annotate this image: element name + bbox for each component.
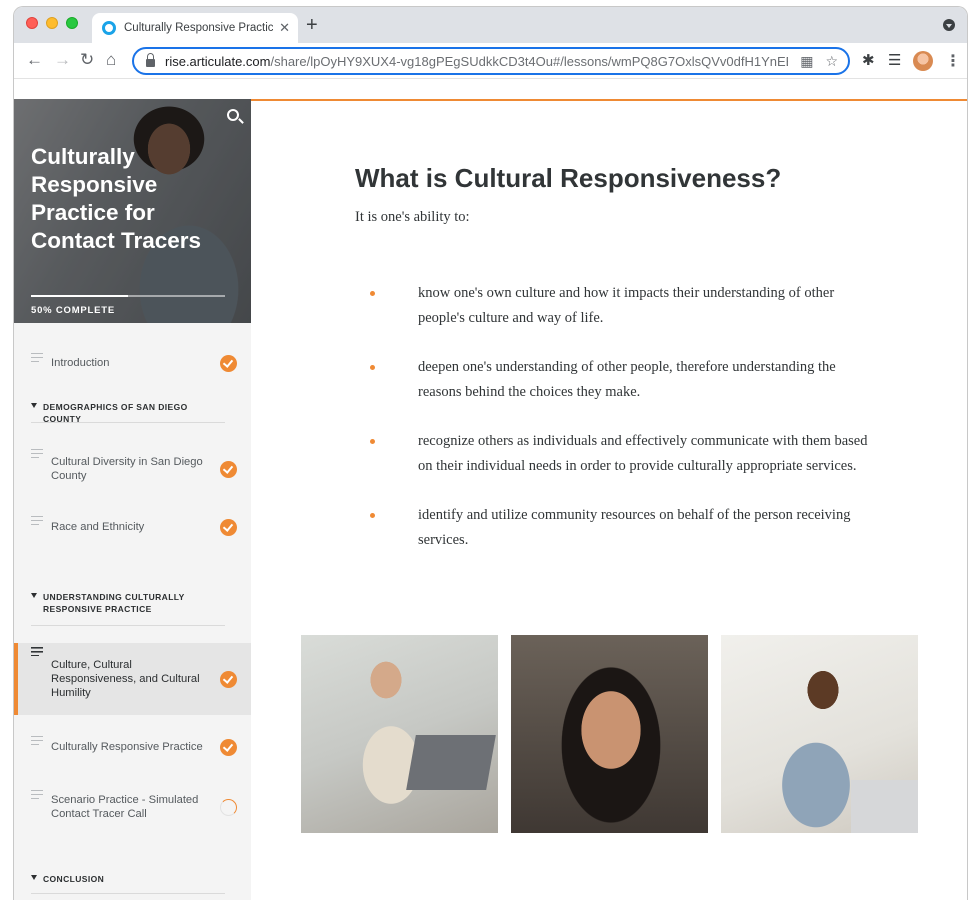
new-tab-button[interactable]: + <box>306 14 318 37</box>
sidebar-item-label: Introduction <box>51 357 110 369</box>
address-bar[interactable]: rise.articulate.com/share/lpOyHY9XUX4-vg… <box>132 47 850 75</box>
lesson-lines-icon <box>31 353 43 362</box>
lock-icon[interactable] <box>146 53 155 67</box>
photo-woman-headset-smiling <box>511 635 708 833</box>
kebab-menu-icon[interactable]: ⋮ <box>945 51 961 71</box>
forward-arrow-icon[interactable]: → <box>54 50 71 70</box>
sidebar-item-label: Race and Ethnicity <box>51 521 145 533</box>
lesson-lines-icon <box>31 449 43 458</box>
reading-list-icon[interactable]: ☰ <box>888 51 901 69</box>
tab-search-icon[interactable] <box>943 19 955 31</box>
sidebar-item-label: Scenario Practice - Simulated Contact Tr… <box>51 794 199 820</box>
qr-code-icon[interactable]: ▦ <box>800 53 813 70</box>
bullet-dot-icon <box>370 291 375 296</box>
list-item: identify and utilize community resources… <box>355 503 875 553</box>
check-icon <box>220 518 237 536</box>
sidebar-item-introduction[interactable]: Introduction <box>14 349 251 377</box>
sidebar-item-culturally-responsive-practice[interactable]: Culturally Responsive Practice <box>14 732 251 762</box>
course-hero-image: Culturally Responsive Practice for Conta… <box>14 99 251 323</box>
bullet-dot-icon <box>370 439 375 444</box>
check-icon <box>220 460 237 478</box>
course-title: Culturally Responsive Practice for Conta… <box>31 144 202 253</box>
maximize-window-button[interactable] <box>66 17 78 29</box>
close-tab-icon[interactable]: ✕ <box>279 20 290 36</box>
sidebar-item-scenario-practice[interactable]: Scenario Practice - Simulated Contact Tr… <box>14 786 251 828</box>
caret-down-icon <box>31 593 37 598</box>
lesson-lines-icon <box>31 647 43 656</box>
lesson-lines-icon <box>31 736 43 745</box>
list-item: deepen one's understanding of other peop… <box>355 355 875 405</box>
sidebar-item-label: Culture, Cultural Responsiveness, and Cu… <box>51 659 200 699</box>
photo-man-headset-laptop <box>301 635 498 833</box>
course-sidebar: Culturally Responsive Practice for Conta… <box>14 99 251 900</box>
browser-tab[interactable]: Culturally Responsive Practice ✕ <box>92 13 298 43</box>
minimize-window-button[interactable] <box>46 17 58 29</box>
bullet-list: know one's own culture and how it impact… <box>355 281 875 577</box>
photo-gallery <box>301 635 918 833</box>
section-header-understanding[interactable]: UNDERSTANDING CULTURALLY RESPONSIVE PRAC… <box>31 591 225 615</box>
sidebar-item-race-ethnicity[interactable]: Race and Ethnicity <box>14 512 251 542</box>
reload-icon[interactable]: ↻ <box>80 50 94 70</box>
divider <box>31 893 225 894</box>
check-icon <box>220 354 237 372</box>
check-icon <box>220 670 237 688</box>
articulate-favicon-icon <box>102 21 116 35</box>
tab-title: Culturally Responsive Practice <box>124 22 274 34</box>
sidebar-item-label: Culturally Responsive Practice <box>51 741 203 753</box>
profile-avatar[interactable] <box>913 51 933 71</box>
sidebar-item-culture-humility[interactable]: Culture, Cultural Responsiveness, and Cu… <box>14 643 251 715</box>
divider <box>31 625 225 626</box>
sidebar-item-cultural-diversity[interactable]: Cultural Diversity in San Diego County <box>14 445 251 493</box>
star-icon[interactable]: ☆ <box>825 53 838 70</box>
bullet-dot-icon <box>370 365 375 370</box>
lesson-content: What is Cultural Responsiveness? It is o… <box>251 101 967 900</box>
back-arrow-icon[interactable]: ← <box>26 50 43 70</box>
caret-down-icon <box>31 875 37 880</box>
progress-bar <box>31 295 225 297</box>
photo-man-headset-gesturing <box>721 635 918 833</box>
bullet-dot-icon <box>370 513 375 518</box>
lead-text: It is one's ability to: <box>355 209 470 225</box>
browser-titlebar: Culturally Responsive Practice ✕ + <box>14 7 967 43</box>
browser-toolbar: ← → ↻ ⌂ rise.articulate.com/share/lpOyHY… <box>14 43 967 79</box>
list-item: know one's own culture and how it impact… <box>355 281 875 331</box>
browser-window: Culturally Responsive Practice ✕ + ← → ↻… <box>13 6 968 900</box>
search-icon[interactable] <box>227 109 239 121</box>
url-text[interactable]: rise.articulate.com/share/lpOyHY9XUX4-vg… <box>165 54 788 69</box>
puzzle-icon[interactable]: ✱ <box>862 51 875 69</box>
progress-bar-fill <box>31 295 128 297</box>
home-icon[interactable]: ⌂ <box>106 50 116 70</box>
close-window-button[interactable] <box>26 17 38 29</box>
list-item: recognize others as individuals and effe… <box>355 429 875 479</box>
page-title: What is Cultural Responsiveness? <box>355 163 782 193</box>
lesson-lines-icon <box>31 516 43 525</box>
check-icon <box>220 738 237 756</box>
lesson-lines-icon <box>31 790 43 799</box>
progress-label: 50% COMPLETE <box>31 305 116 316</box>
section-header-conclusion[interactable]: CONCLUSION <box>31 873 225 885</box>
sidebar-item-label: Cultural Diversity in San Diego County <box>51 456 203 482</box>
divider <box>31 422 225 423</box>
in-progress-icon <box>220 798 237 816</box>
caret-down-icon <box>31 403 37 408</box>
